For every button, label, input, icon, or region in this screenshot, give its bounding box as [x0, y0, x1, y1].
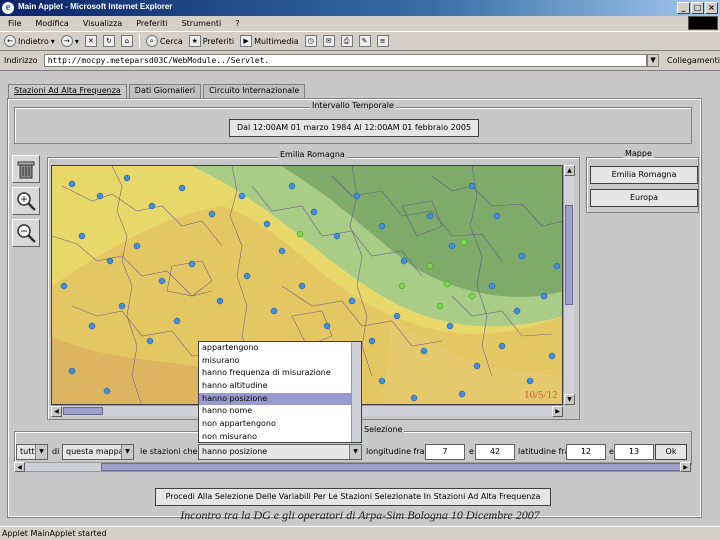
search-icon: ⌕	[145, 35, 158, 47]
chevron-down-icon: ▼	[349, 445, 361, 459]
zoom-out-icon	[17, 224, 36, 243]
tab-strip: Stazioni Ad Alta Frequenza Dati Giornali…	[8, 84, 307, 98]
selezione-title: Selezione	[362, 425, 405, 434]
dropdown-option[interactable]: appartengono	[199, 342, 361, 355]
address-input[interactable]: http://mocpy.meteparsd03C/WebModule../Se…	[43, 53, 648, 67]
proceed-button[interactable]: Procedi Alla Selezione Delle Variabili P…	[155, 488, 551, 506]
mappe-title: Mappe	[623, 149, 654, 158]
favorites-button[interactable]: ★ Preferiti	[188, 35, 234, 47]
history-icon[interactable]: ◷	[304, 35, 317, 47]
criteria-combo[interactable]: hanno posizione ▼	[198, 444, 362, 460]
latitude-label: latitudine fra	[518, 447, 570, 456]
forward-arrow-icon: →	[60, 35, 73, 47]
menu-file[interactable]: File	[8, 19, 21, 28]
zoom-out-button[interactable]	[12, 219, 40, 247]
menu-bar: File Modifica Visualizza Preferiti Strum…	[0, 16, 720, 30]
print-icon[interactable]: ⎙	[340, 35, 353, 47]
title-bar: e Main Applet - Microsoft Internet Explo…	[0, 0, 720, 16]
trash-button[interactable]	[12, 155, 40, 183]
map-vertical-scrollbar[interactable]: ▲ ▼	[563, 165, 575, 405]
slide-caption: Incontro tra la DG e gli operatori di Ar…	[180, 508, 540, 522]
menu-preferiti[interactable]: Preferiti	[136, 19, 167, 28]
dropdown-option-selected[interactable]: hanno posizione	[199, 392, 361, 406]
chevron-down-icon: ▼	[35, 445, 47, 459]
dropdown-option[interactable]: hanno altitudine	[199, 380, 361, 393]
discuss-icon[interactable]: ≡	[376, 35, 389, 47]
windows-logo-icon	[688, 16, 718, 30]
selection-scroll-thumb[interactable]	[101, 463, 683, 471]
menu-visualizza[interactable]: Visualizza	[83, 19, 122, 28]
stop-icon[interactable]: ✕	[84, 35, 97, 47]
maximize-button[interactable]: □	[691, 2, 704, 14]
dropdown-scrollbar[interactable]	[351, 342, 361, 442]
and-label-1: e	[469, 447, 474, 456]
dropdown-option[interactable]: non misurano	[199, 431, 361, 442]
scope-combo[interactable]: questa mappa ▼	[62, 444, 134, 460]
address-label: Indirizzo	[4, 55, 38, 65]
longitude-from-input[interactable]: 7	[425, 444, 465, 460]
back-arrow-icon: ←	[4, 35, 16, 47]
close-button[interactable]: ×	[705, 2, 718, 14]
map-europa-button[interactable]: Europa	[590, 189, 698, 207]
minimize-button[interactable]: _	[677, 2, 690, 14]
longitude-to-input[interactable]: 42	[475, 444, 515, 460]
zoom-in-button[interactable]	[12, 187, 40, 215]
scroll-right-icon[interactable]: ▶	[680, 462, 691, 472]
stations-label: le stazioni che	[140, 447, 198, 456]
tab-dati-giornalieri[interactable]: Dati Giornalieri	[128, 84, 202, 98]
latitude-from-input[interactable]: 12	[566, 444, 606, 460]
trash-icon	[17, 161, 35, 179]
scroll-left-icon[interactable]: ◀	[51, 406, 62, 417]
scroll-right-icon[interactable]: ▶	[552, 406, 563, 417]
longitude-label: longitudine fra	[366, 447, 425, 456]
map-watermark: 10/5/12	[524, 389, 558, 401]
map-horizontal-thumb[interactable]	[63, 407, 103, 415]
latitude-to-input[interactable]: 13	[614, 444, 654, 460]
scroll-left-icon[interactable]: ◀	[14, 462, 25, 472]
di-label: di	[52, 447, 60, 456]
selection-horizontal-scrollbar[interactable]: ◀ ▶	[14, 462, 691, 472]
dropdown-option[interactable]: misurano	[199, 355, 361, 368]
edit-icon[interactable]: ✎	[358, 35, 371, 47]
search-button[interactable]: ⌕ Cerca	[145, 35, 183, 47]
dropdown-option[interactable]: non appartengono	[199, 418, 361, 431]
refresh-icon[interactable]: ↻	[102, 35, 115, 47]
intervallo-title: Intervallo Temporale	[310, 101, 396, 110]
tab-stazioni-alta-frequenza[interactable]: Stazioni Ad Alta Frequenza	[8, 84, 127, 98]
map-vertical-thumb[interactable]	[565, 205, 573, 305]
address-dropdown-icon[interactable]: ▼	[647, 53, 659, 67]
scroll-down-icon[interactable]: ▼	[564, 394, 575, 405]
dropdown-option[interactable]: hanno frequenza di misurazione	[199, 367, 361, 380]
media-icon: ▶	[240, 35, 253, 47]
ie-logo-icon: e	[2, 2, 14, 14]
status-bar: Applet MainApplet started	[0, 526, 720, 540]
menu-help[interactable]: ?	[235, 19, 239, 28]
scroll-up-icon[interactable]: ▲	[564, 165, 575, 176]
criteria-dropdown-list[interactable]: appartengono misurano hanno frequenza di…	[198, 341, 362, 443]
menu-modifica[interactable]: Modifica	[35, 19, 68, 28]
dropdown-option[interactable]: hanno nome	[199, 405, 361, 418]
chevron-down-icon: ▼	[121, 445, 133, 459]
links-button[interactable]: Collegamenti	[667, 56, 720, 65]
browser-toolbar: ← Indietro ▾ → ▾ ✕ ↻ ⌂ ⌕ Cerca ★ Preferiti…	[0, 31, 720, 51]
forward-button[interactable]: → ▾	[60, 35, 79, 47]
home-icon[interactable]: ⌂	[120, 35, 133, 47]
tab-circuito-internazionale[interactable]: Circuito Internazionale	[203, 84, 306, 98]
toolbar-separator	[138, 34, 140, 48]
interval-date-button[interactable]: Dal 12:00AM 01 marzo 1984 Al 12:00AM 01 …	[229, 119, 479, 137]
window-title: Main Applet - Microsoft Internet Explore…	[18, 2, 173, 11]
map-title: Emilia Romagna	[278, 150, 347, 159]
quantifier-combo[interactable]: tutte ▼	[16, 444, 48, 460]
back-button[interactable]: ← Indietro ▾	[4, 35, 55, 47]
status-text: Applet MainApplet started	[2, 529, 107, 538]
zoom-in-icon	[17, 192, 36, 211]
menu-strumenti[interactable]: Strumenti	[182, 19, 222, 28]
map-emilia-romagna-button[interactable]: Emilia Romagna	[590, 166, 698, 184]
ok-button[interactable]: Ok	[655, 444, 687, 460]
mail-icon[interactable]: ✉	[322, 35, 335, 47]
star-icon: ★	[188, 35, 201, 47]
address-bar: Indirizzo http://mocpy.meteparsd03C/WebM…	[0, 52, 720, 68]
multimedia-button[interactable]: ▶ Multimedia	[240, 35, 299, 47]
